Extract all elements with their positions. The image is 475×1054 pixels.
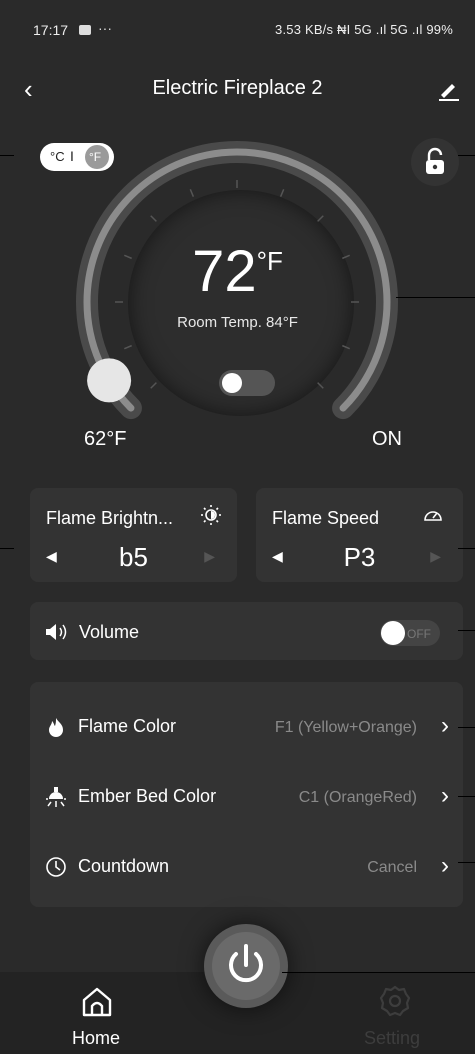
ember-bed-color-label: Ember Bed Color	[78, 786, 217, 806]
callout-line	[458, 548, 475, 549]
dial-tick	[150, 382, 157, 389]
notification-icon	[79, 25, 91, 35]
nav-home-label[interactable]: Home	[72, 1028, 120, 1049]
settings-list: Flame Color F1 (Yellow+Orange) › Ember B…	[30, 682, 463, 907]
callout-line	[0, 548, 14, 549]
countdown-value: Cancel	[367, 859, 417, 876]
flame-color-label: Flame Color	[78, 716, 177, 736]
countdown-row[interactable]: Countdown Cancel ›	[30, 832, 463, 902]
callout-line	[396, 297, 475, 298]
power-icon	[229, 944, 263, 983]
page-title: Electric Fireplace 2	[152, 77, 323, 99]
unlock-icon	[426, 147, 444, 174]
ember-bed-color-value: C1 (OrangeRed)	[298, 789, 417, 806]
dial-tick	[342, 344, 351, 350]
callout-line	[458, 862, 475, 863]
edit-icon[interactable]	[437, 78, 461, 102]
volume-label: Volume	[79, 622, 140, 642]
chevron-right-icon: ›	[441, 782, 449, 809]
dial-toggle[interactable]	[219, 370, 275, 396]
lock-button[interactable]	[411, 138, 459, 186]
flame-speed-card: Flame Speed ◀ P3 ▶	[256, 488, 463, 582]
nav-setting-label[interactable]: Setting	[364, 1028, 420, 1049]
flame-brightness-label: Flame Brightn...	[46, 508, 174, 528]
dial-toggle-knob	[222, 373, 242, 393]
room-temperature: Room Temp. 84°F	[177, 314, 298, 331]
volume-state: OFF	[407, 627, 431, 641]
speedometer-icon	[424, 511, 442, 521]
flame-icon	[49, 718, 63, 737]
dial-tick	[150, 215, 157, 222]
speaker-icon	[46, 624, 67, 640]
max-temperature-label: ON	[372, 428, 402, 450]
callout-line	[458, 155, 475, 156]
speed-increase-button[interactable]: ▶	[430, 548, 441, 565]
status-indicators: 3.53 KB/s ₦I 5G .ıl 5G .ıl 99%	[275, 22, 453, 37]
power-button[interactable]	[212, 932, 280, 1000]
flame-color-row[interactable]: Flame Color F1 (Yellow+Orange) ›	[30, 692, 463, 762]
volume-toggle-knob	[381, 621, 405, 645]
brightness-increase-button[interactable]: ▶	[204, 548, 215, 565]
chevron-right-icon: ›	[441, 852, 449, 879]
flame-brightness-card: Flame Brightn... ◀ b5 ▶	[30, 488, 237, 582]
dial-tick	[279, 188, 285, 197]
volume-card: Volume OFF	[30, 602, 463, 660]
callout-line	[458, 630, 475, 631]
set-temperature: 72°F	[0, 238, 475, 305]
dial-tick	[189, 188, 195, 197]
gear-icon[interactable]	[378, 984, 412, 1018]
ember-icon	[46, 787, 66, 807]
chevron-right-icon: ›	[441, 712, 449, 739]
dial-tick	[317, 382, 324, 389]
status-bar: 17:17 ··· 3.53 KB/s ₦I 5G .ıl 5G .ıl 99%	[0, 0, 475, 64]
callout-line	[458, 796, 475, 797]
ember-bed-color-row[interactable]: Ember Bed Color C1 (OrangeRed) ›	[30, 762, 463, 832]
flame-speed-label: Flame Speed	[272, 508, 380, 528]
countdown-label: Countdown	[78, 856, 170, 876]
status-time: 17:17	[33, 22, 69, 38]
dial-tick	[317, 215, 324, 222]
callout-line	[282, 972, 475, 973]
flame-color-value: F1 (Yellow+Orange)	[274, 719, 417, 736]
clock-icon	[46, 857, 66, 877]
brightness-icon	[201, 505, 221, 525]
min-temperature-label: 62°F	[84, 428, 127, 450]
home-icon[interactable]	[80, 986, 114, 1018]
more-notifications-icon: ···	[98, 20, 112, 36]
callout-line	[0, 155, 14, 156]
volume-toggle[interactable]: OFF	[380, 620, 440, 646]
set-temperature-value: 72	[192, 239, 257, 304]
set-temperature-unit: °F	[256, 246, 283, 276]
dial-tick	[123, 344, 132, 350]
callout-line	[458, 727, 475, 728]
dial-knob[interactable]	[87, 358, 132, 403]
